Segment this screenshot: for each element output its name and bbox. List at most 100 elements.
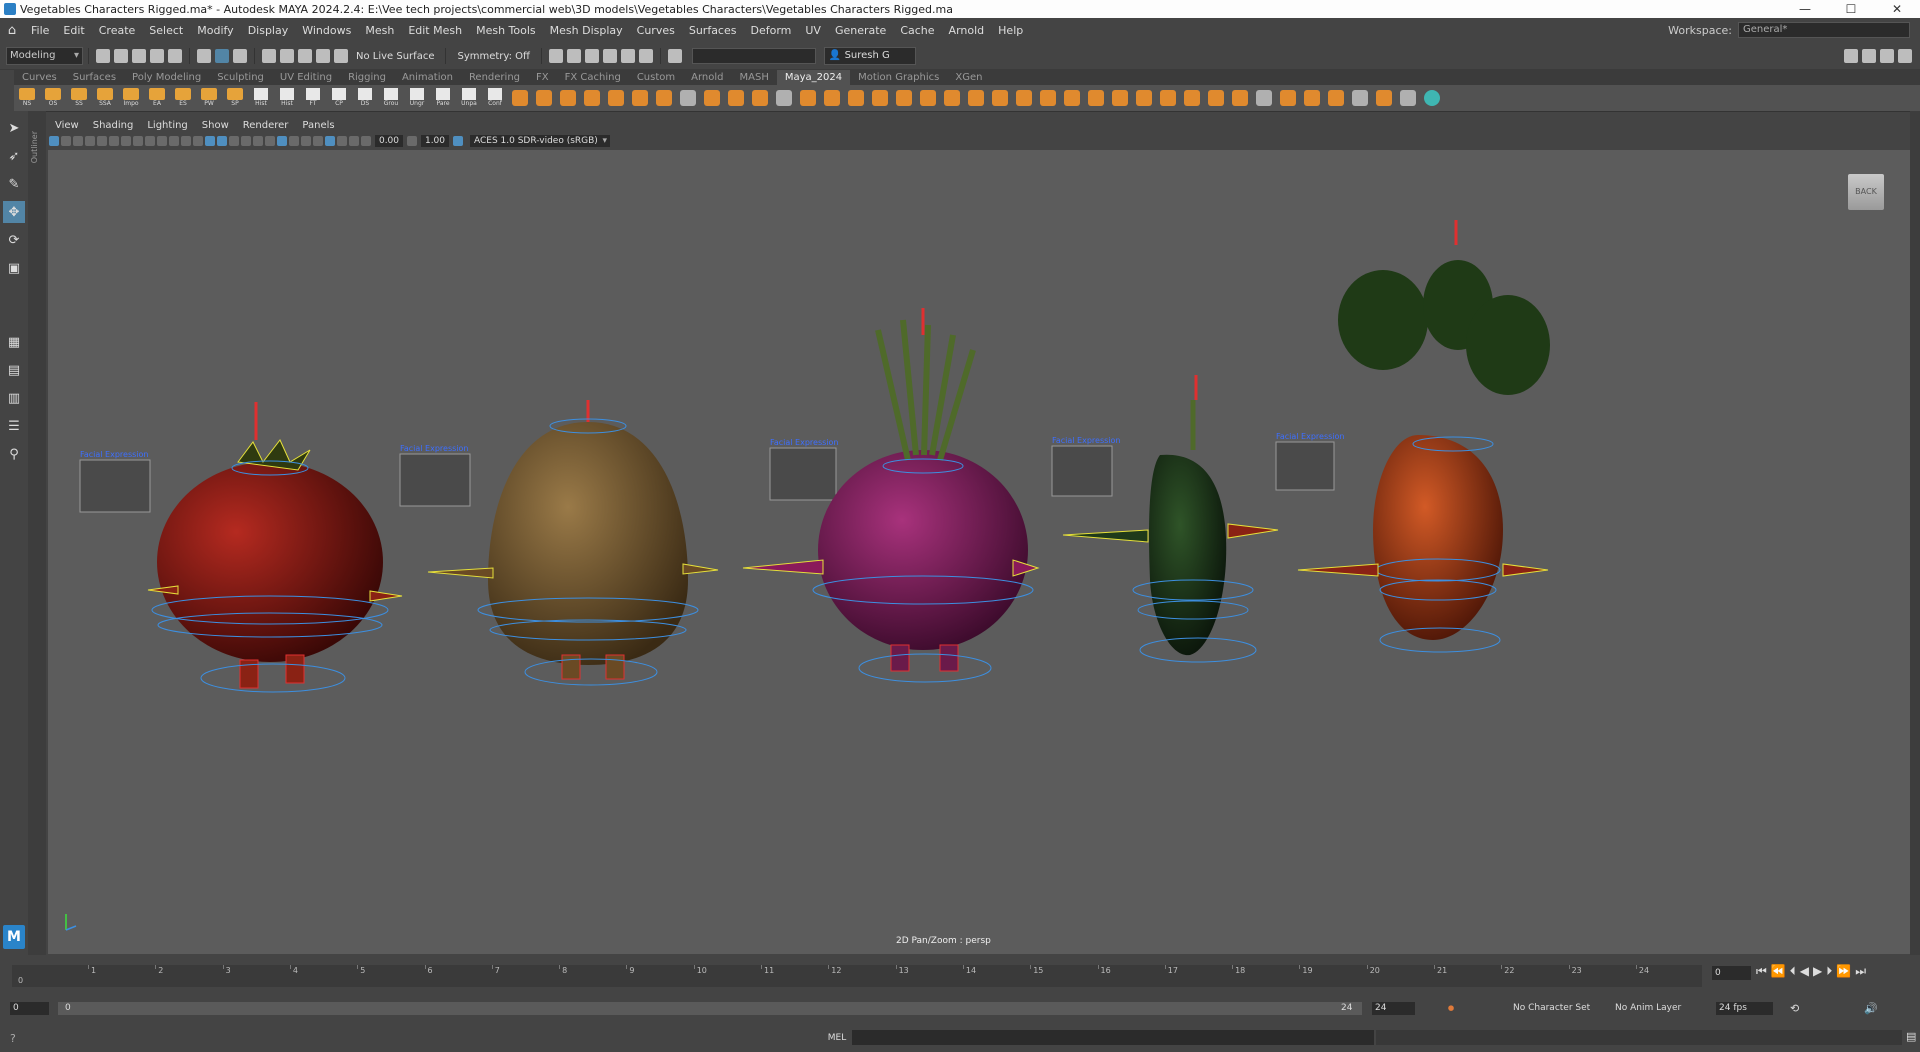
shelf-tool-9[interactable] — [702, 87, 722, 109]
tomato-character[interactable]: Facial Expression — [79, 402, 403, 693]
step-forward-frame-icon[interactable]: ⏵ — [1826, 964, 1832, 979]
motion-blur-icon[interactable] — [289, 136, 299, 146]
menu-edit-mesh[interactable]: Edit Mesh — [401, 24, 469, 37]
shelf-tool-35[interactable] — [1326, 87, 1346, 109]
select-hierarchy-icon[interactable] — [197, 49, 211, 63]
shelf-tab-xgen[interactable]: XGen — [947, 70, 990, 85]
xray-icon[interactable] — [325, 136, 335, 146]
character-set-dropdown[interactable]: No Character Set — [1510, 1002, 1597, 1015]
scene-view[interactable]: Facial Expression Facial Expression Faci… — [48, 150, 1910, 954]
snap-live-icon[interactable] — [334, 49, 348, 63]
shelf-tab-arnold[interactable]: Arnold — [683, 70, 731, 85]
pause-viewport-icon[interactable] — [638, 49, 653, 63]
menu-select[interactable]: Select — [142, 24, 190, 37]
field-chart-icon[interactable] — [169, 136, 179, 146]
open-scene-icon[interactable] — [114, 49, 128, 63]
shelf-tab-rendering[interactable]: Rendering — [461, 70, 528, 85]
left-arm[interactable] — [1297, 563, 1379, 577]
shelf-tool-16[interactable] — [870, 87, 890, 109]
wireframe-on-shaded-icon[interactable] — [229, 136, 239, 146]
shelf-button-impo[interactable]: Impo — [120, 87, 142, 109]
shelf-tool-32[interactable] — [1254, 87, 1274, 109]
auto-key-icon[interactable]: ⏺ — [1448, 1001, 1454, 1016]
shelf-button-hist[interactable]: Hist — [250, 87, 272, 109]
shelf-tool-10[interactable] — [726, 87, 746, 109]
shelf-tool-24[interactable] — [1062, 87, 1082, 109]
panel-menu-lighting[interactable]: Lighting — [140, 120, 194, 131]
gamma-field[interactable]: 1.00 — [421, 135, 449, 147]
menu-generate[interactable]: Generate — [828, 24, 893, 37]
shelf-tool-39[interactable] — [1422, 87, 1442, 109]
hypershade-icon[interactable] — [602, 49, 617, 63]
color-management-icon[interactable] — [453, 136, 463, 146]
shelf-tab-fx-caching[interactable]: FX Caching — [557, 70, 629, 85]
animation-start-field[interactable]: 0 — [10, 1002, 49, 1015]
shelf-tool-5[interactable] — [606, 87, 626, 109]
image-plane-icon[interactable] — [85, 136, 95, 146]
select-object-icon[interactable] — [215, 49, 229, 63]
outliner-toggle-icon[interactable] — [1898, 49, 1912, 63]
shelf-tool-34[interactable] — [1302, 87, 1322, 109]
shelf-tool-2[interactable] — [534, 87, 554, 109]
shelf-tool-33[interactable] — [1278, 87, 1298, 109]
shelf-button-es[interactable]: ES — [172, 87, 194, 109]
carrot-body[interactable] — [1373, 435, 1503, 640]
step-forward-key-icon[interactable]: ⏩ — [1836, 964, 1851, 979]
single-perspective-layout-icon[interactable]: ▦ — [3, 331, 25, 353]
shelf-tab-motion-graphics[interactable]: Motion Graphics — [850, 70, 947, 85]
shelf-tool-36[interactable] — [1350, 87, 1370, 109]
shelf-tool-27[interactable] — [1134, 87, 1154, 109]
close-button[interactable]: ✕ — [1874, 2, 1920, 16]
menu-uv[interactable]: UV — [798, 24, 828, 37]
menu-arnold[interactable]: Arnold — [942, 24, 992, 37]
play-backwards-icon[interactable]: ◀ — [1800, 964, 1809, 979]
lights-icon[interactable] — [253, 136, 263, 146]
anim-layer-dropdown[interactable]: No Anim Layer — [1612, 1002, 1699, 1015]
menu-surfaces[interactable]: Surfaces — [682, 24, 744, 37]
menu-deform[interactable]: Deform — [743, 24, 798, 37]
gate-mask-icon[interactable] — [157, 136, 167, 146]
four-view-layout-icon[interactable]: ▤ — [3, 359, 25, 381]
facial-expression-panel[interactable] — [79, 459, 151, 513]
menu-windows[interactable]: Windows — [295, 24, 358, 37]
panel-menu-show[interactable]: Show — [195, 120, 236, 131]
shelf-tool-3[interactable] — [558, 87, 578, 109]
menu-help[interactable]: Help — [991, 24, 1030, 37]
shelf-tool-18[interactable] — [918, 87, 938, 109]
onion-character[interactable]: Facial Expression — [742, 308, 1040, 683]
left-arm[interactable] — [427, 567, 494, 579]
undo-icon[interactable] — [150, 49, 164, 63]
right-leg[interactable] — [939, 644, 959, 672]
shelf-tool-12[interactable] — [774, 87, 794, 109]
shelf-button-ds[interactable]: DS — [354, 87, 376, 109]
shelf-button-sp[interactable]: SP — [224, 87, 246, 109]
viewport-persp[interactable]: Facial Expression Facial Expression Faci… — [48, 150, 1910, 954]
shelf-tab-curves[interactable]: Curves — [14, 70, 65, 85]
panel-layout-icon[interactable] — [667, 49, 682, 63]
two-view-layout-icon[interactable]: ▥ — [3, 387, 25, 409]
ambient-occlusion-icon[interactable] — [277, 136, 287, 146]
shelf-button-hist-2[interactable]: Hist — [276, 87, 298, 109]
home-icon[interactable]: ⌂ — [4, 23, 20, 39]
root-control[interactable] — [858, 653, 992, 683]
select-camera-icon[interactable] — [49, 136, 59, 146]
shelf-tool-14[interactable] — [822, 87, 842, 109]
user-account[interactable]: 👤 Suresh G — [823, 47, 916, 65]
2d-pan-zoom-icon[interactable] — [97, 136, 107, 146]
new-scene-icon[interactable] — [96, 49, 110, 63]
shelf-button-pare[interactable]: Pare — [432, 87, 454, 109]
step-back-frame-icon[interactable]: ⏴ — [1790, 964, 1796, 979]
shelf-tool-28[interactable] — [1158, 87, 1178, 109]
snap-curve-icon[interactable] — [280, 49, 294, 63]
menu-mesh-display[interactable]: Mesh Display — [543, 24, 630, 37]
lasso-tool-icon[interactable]: ➶ — [3, 145, 25, 167]
render-settings-icon[interactable] — [566, 49, 581, 63]
move-tool-settings-icon[interactable] — [1862, 49, 1876, 63]
shelf-tool-20[interactable] — [966, 87, 986, 109]
menu-mesh[interactable]: Mesh — [358, 24, 401, 37]
snap-view-plane-icon[interactable] — [316, 49, 330, 63]
shelf-tool-21[interactable] — [990, 87, 1010, 109]
menu-edit[interactable]: Edit — [56, 24, 91, 37]
anti-aliasing-icon[interactable] — [301, 136, 311, 146]
shelf-button-ft[interactable]: FT — [302, 87, 324, 109]
